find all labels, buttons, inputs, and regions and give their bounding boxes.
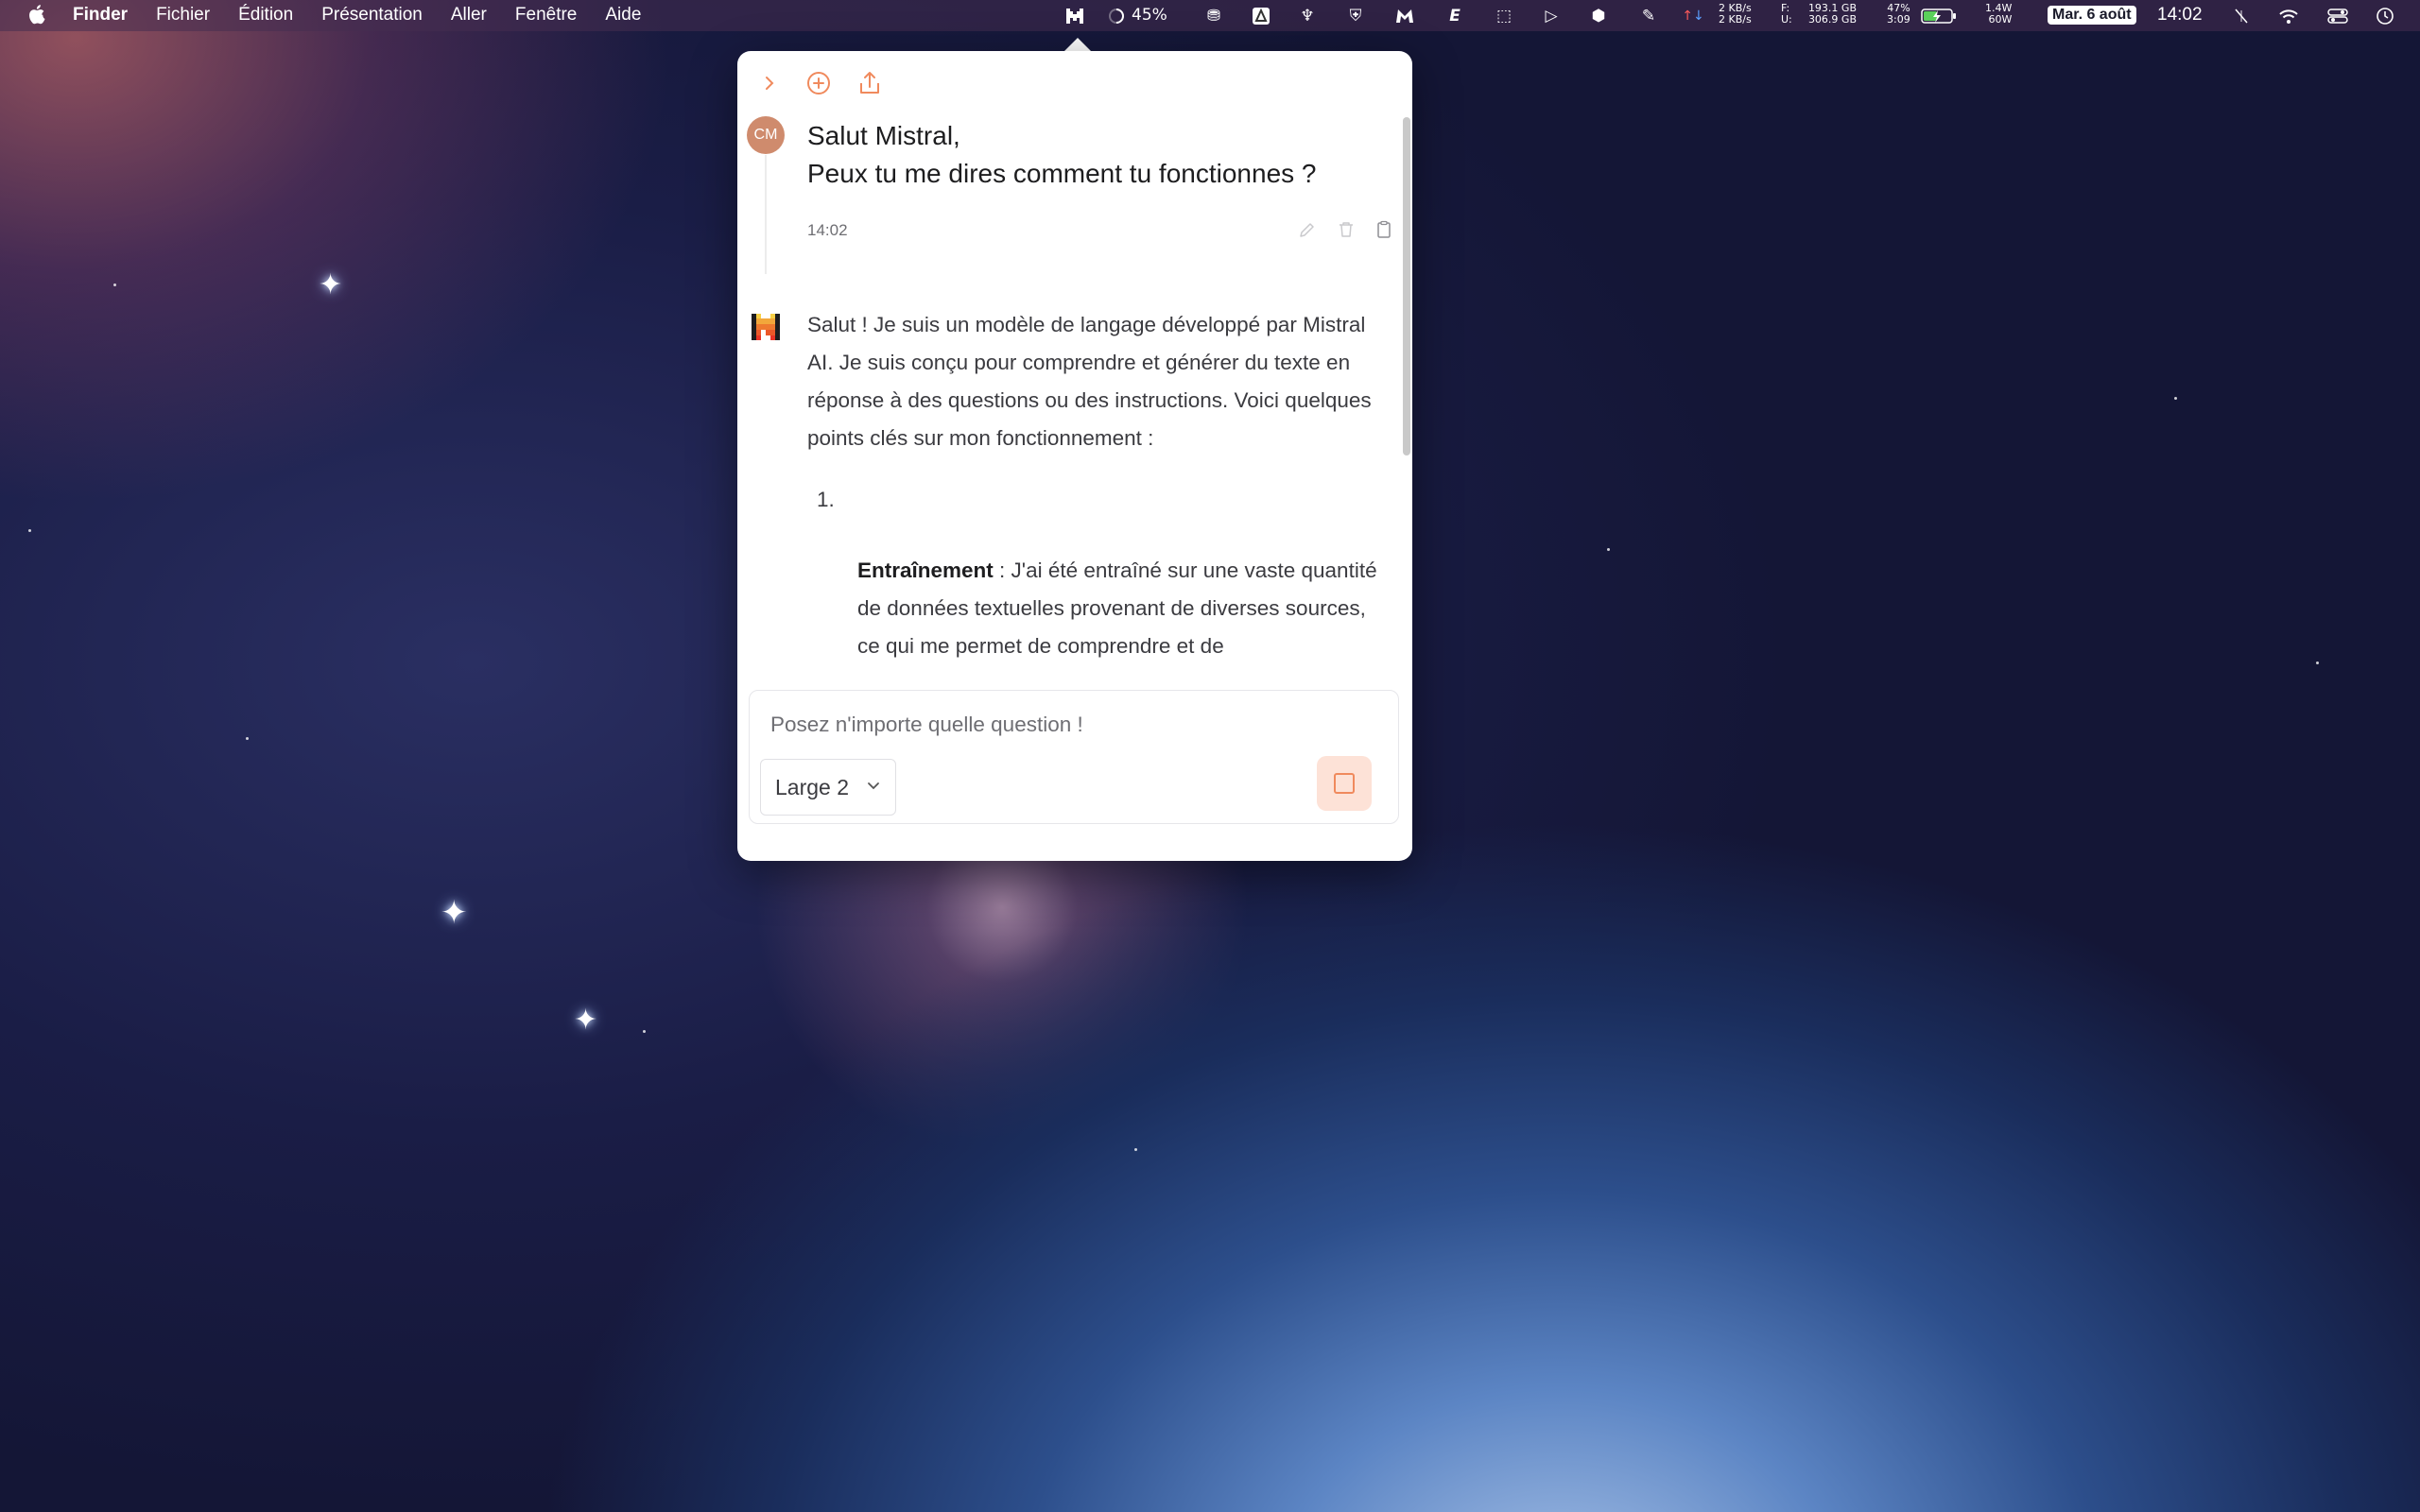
trash-icon [1340, 222, 1353, 237]
list-item: Entraînement : J'ai été entraîné sur une… [857, 552, 1387, 665]
disk-labels: F: U: [1781, 3, 1792, 26]
popover-caret [1064, 38, 1091, 51]
new-chat-button[interactable] [804, 68, 834, 98]
star-dot [246, 737, 249, 740]
figure-icon[interactable]: ♆ [1297, 6, 1318, 26]
chevron-down-icon [868, 782, 879, 790]
plus-circle-icon [807, 72, 830, 94]
battery-info: 47% 3:09 [1887, 3, 1910, 26]
battery-time: 3:09 [1887, 13, 1910, 26]
disk-used: 306.9 GB [1807, 13, 1857, 26]
menu-fichier[interactable]: Fichier [156, 5, 210, 26]
apple-logo-icon[interactable] [26, 4, 45, 25]
box-icon[interactable]: ⬢ [1588, 6, 1609, 26]
menu-edition[interactable]: Édition [238, 5, 293, 26]
star-dot [1134, 1148, 1137, 1151]
copy-message-button[interactable] [1374, 219, 1394, 240]
user-avatar: CM [747, 116, 785, 154]
mute-icon[interactable] [2231, 6, 2252, 26]
menu-fenetre[interactable]: Fenêtre [515, 5, 577, 26]
network-arrows-icon: ↑ ↓ [1682, 9, 1704, 24]
menu-aide[interactable]: Aide [605, 5, 641, 26]
star-dot [28, 529, 31, 532]
net-down: 2 KB/s [1719, 13, 1752, 26]
malwarebytes-icon[interactable] [1394, 6, 1415, 26]
date-badge[interactable]: Mar. 6 août [2048, 6, 2136, 25]
drive-icon[interactable]: ⛃ [1203, 6, 1224, 26]
menu-aller[interactable]: Aller [451, 5, 487, 26]
delete-message-button[interactable] [1336, 219, 1357, 240]
share-button[interactable] [855, 68, 885, 98]
pen-icon[interactable]: ✎ [1638, 6, 1659, 26]
menu-app-finder[interactable]: Finder [73, 5, 128, 26]
network-speed: 2 KB/s 2 KB/s [1719, 3, 1752, 26]
battery-charging-icon[interactable] [1921, 6, 1959, 26]
user-message: Salut Mistral, Peux tu me dires comment … [807, 117, 1374, 193]
list-item-title: Entraînement [857, 558, 994, 582]
assistant-message-intro: Salut ! Je suis un modèle de langage dév… [807, 313, 1372, 450]
screenshot-icon[interactable]: ⬚ [1494, 6, 1514, 26]
mistral-chat-popover: CM Salut Mistral, Peux tu me dires comme… [737, 51, 1412, 861]
clipboard-icon [1377, 220, 1391, 238]
collapse-button[interactable] [754, 68, 785, 98]
popover-toolbar [737, 51, 1412, 113]
chat-input-box: Large 2 [749, 690, 1399, 824]
clock-time[interactable]: 14:02 [2157, 5, 2203, 26]
cpu-loader-icon[interactable] [1106, 6, 1127, 26]
cpu-percent: 45% [1132, 6, 1167, 25]
list-number: 1. [817, 488, 835, 511]
pencil-icon [1300, 223, 1314, 237]
thread-line [765, 155, 767, 274]
editor-icon[interactable]: E [1444, 6, 1465, 26]
user-message-line-1: Salut Mistral, [807, 121, 960, 150]
menu-presentation[interactable]: Présentation [321, 5, 423, 26]
chevron-right-icon [766, 77, 774, 90]
chat-input[interactable] [770, 710, 1357, 740]
play-circle-icon[interactable]: ▷ [1541, 6, 1562, 26]
shield-app-icon[interactable]: ⛨ [1345, 6, 1366, 26]
mistral-logo-icon [752, 314, 780, 340]
share-icon [860, 72, 879, 94]
star-sparkle: ✦ [574, 1004, 598, 1037]
star-sparkle: ✦ [441, 894, 468, 932]
control-center-icon[interactable] [2327, 6, 2348, 26]
edit-message-button[interactable] [1297, 219, 1318, 240]
star-dot [643, 1030, 646, 1033]
menu-list: Finder Fichier Édition Présentation Alle… [73, 5, 669, 26]
stop-square-icon [1334, 773, 1355, 794]
model-select-value: Large 2 [775, 774, 850, 799]
star-dot [1607, 548, 1610, 551]
model-select[interactable]: Large 2 [760, 759, 896, 816]
clock-status-icon[interactable] [2375, 6, 2395, 26]
power-info: 1.4W 60W [1985, 3, 2012, 26]
star-dot [113, 284, 116, 286]
power-max: 60W [1988, 13, 2013, 26]
star-dot [2316, 662, 2319, 664]
wifi-icon[interactable] [2278, 6, 2299, 26]
disk-label-u: U: [1781, 13, 1792, 26]
star-dot [2174, 397, 2177, 400]
drive-app-icon[interactable] [1251, 6, 1271, 26]
star-sparkle: ✦ [319, 268, 343, 301]
message-timestamp: 14:02 [807, 221, 848, 239]
menu-bar: Finder Fichier Édition Présentation Alle… [0, 0, 2420, 31]
chat-scrollbar[interactable] [1403, 117, 1410, 455]
stop-generation-button[interactable] [1317, 756, 1372, 811]
user-message-line-2: Peux tu me dires comment tu fonctionnes … [807, 159, 1317, 188]
disk-usage: 193.1 GB 306.9 GB [1796, 3, 1857, 26]
mistral-tray-icon[interactable] [1064, 6, 1085, 26]
